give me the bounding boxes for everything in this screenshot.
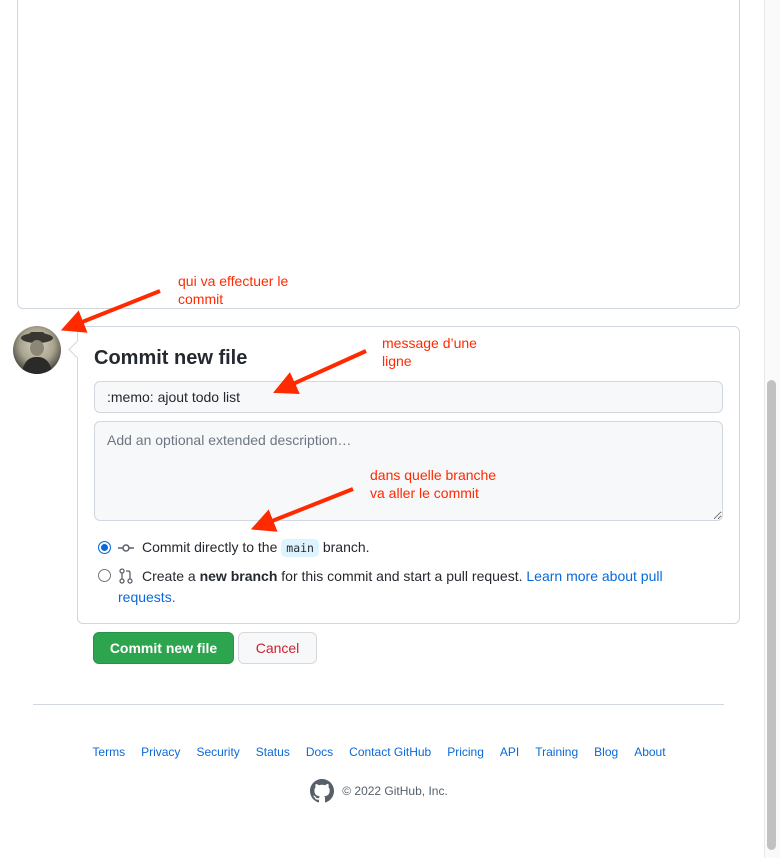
footer-link-training[interactable]: Training bbox=[535, 745, 578, 759]
footer-link-terms[interactable]: Terms bbox=[92, 745, 125, 759]
footer-link-contact[interactable]: Contact GitHub bbox=[349, 745, 431, 759]
option-direct-label: Commit directly to the main branch. bbox=[142, 537, 370, 559]
branch-name: main bbox=[281, 539, 319, 557]
radio-commit-direct[interactable] bbox=[98, 541, 111, 554]
cancel-button[interactable]: Cancel bbox=[238, 632, 317, 664]
option-new-label: Create a new branch for this commit and … bbox=[118, 566, 708, 608]
footer-copyright: © 2022 GitHub, Inc. bbox=[0, 779, 758, 803]
footer-link-docs[interactable]: Docs bbox=[306, 745, 333, 759]
radio-new-branch[interactable] bbox=[98, 569, 111, 582]
option-direct-text: Commit directly to the bbox=[142, 539, 278, 555]
copyright-text: © 2022 GitHub, Inc. bbox=[342, 784, 448, 798]
commit-title: Commit new file bbox=[94, 347, 248, 369]
option-new-bold: new branch bbox=[199, 568, 278, 584]
footer-link-privacy[interactable]: Privacy bbox=[141, 745, 180, 759]
footer-link-blog[interactable]: Blog bbox=[594, 745, 618, 759]
user-avatar bbox=[13, 326, 61, 374]
option-direct-suffix: branch. bbox=[322, 539, 370, 555]
commit-new-file-button[interactable]: Commit new file bbox=[93, 632, 234, 664]
git-commit-icon bbox=[118, 544, 134, 552]
option-new-text: Create a bbox=[142, 568, 196, 584]
footer-link-api[interactable]: API bbox=[500, 745, 519, 759]
annotation-author: qui va effectuer le commit bbox=[178, 273, 289, 307]
github-logo-icon[interactable] bbox=[310, 779, 335, 803]
annotation-branch: dans quelle branche va aller le commit bbox=[370, 467, 497, 501]
file-editor[interactable] bbox=[17, 0, 740, 309]
footer-link-status[interactable]: Status bbox=[256, 745, 290, 759]
scrollbar-thumb[interactable] bbox=[767, 380, 776, 850]
footer-link-security[interactable]: Security bbox=[196, 745, 239, 759]
footer-divider bbox=[33, 704, 724, 705]
annotation-message: message d’une ligne bbox=[382, 335, 477, 369]
option-new-middle: for this commit and start a pull request… bbox=[281, 568, 523, 584]
footer-link-pricing[interactable]: Pricing bbox=[447, 745, 484, 759]
commit-summary-input[interactable] bbox=[94, 381, 723, 413]
footer-links: Terms Privacy Security Status Docs Conta… bbox=[0, 745, 758, 759]
footer-link-about[interactable]: About bbox=[634, 745, 665, 759]
